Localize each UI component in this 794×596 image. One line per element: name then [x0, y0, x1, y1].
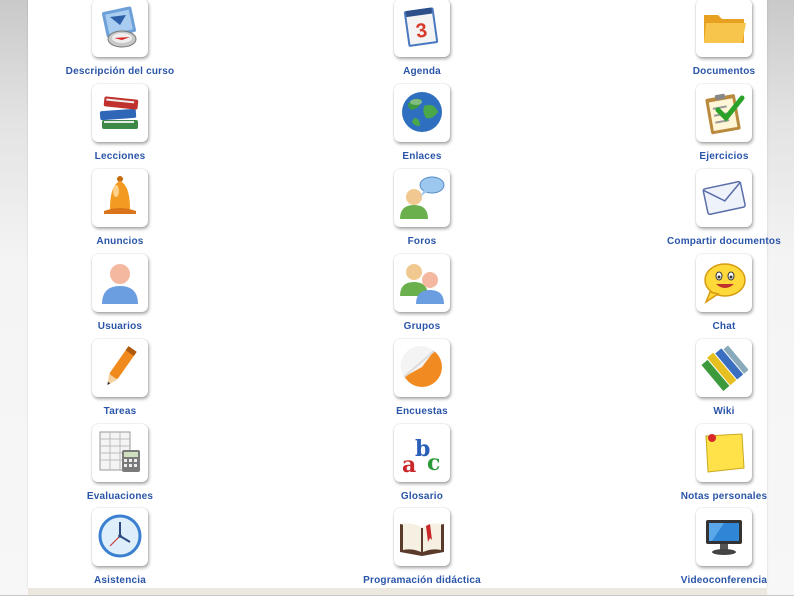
user-speech-icon	[394, 169, 450, 227]
tool-compartir-documentos[interactable]: Compartir documentos	[644, 169, 794, 257]
footer-bar	[28, 588, 767, 595]
tool-programacion-didactica[interactable]: Programación didáctica	[342, 508, 502, 596]
tool-label: Lecciones	[94, 151, 146, 162]
tool-usuarios[interactable]: Usuarios	[40, 254, 200, 342]
svg-text:c: c	[427, 450, 440, 476]
spreadsheet-calculator-icon	[92, 424, 148, 482]
tool-label: Enlaces	[402, 151, 442, 162]
tool-anuncios[interactable]: Anuncios	[40, 169, 200, 257]
tool-label: Glosario	[400, 491, 444, 502]
abc-letters-icon: a b c	[394, 424, 450, 482]
tool-wiki[interactable]: Wiki	[644, 339, 794, 427]
crayons-icon	[696, 339, 752, 397]
tool-videoconferencia[interactable]: Videoconferencia	[644, 508, 794, 596]
open-book-icon	[394, 508, 450, 566]
tool-documentos[interactable]: Documentos	[644, 0, 794, 87]
tool-label: Descripción del curso	[65, 66, 175, 77]
tool-label: Tareas	[103, 406, 137, 417]
tool-asistencia[interactable]: Asistencia	[40, 508, 200, 596]
course-tools-panel: Descripción del curso 3 Agenda Documento…	[28, 0, 781, 588]
calendar-icon: 3	[394, 0, 450, 57]
tool-label: Asistencia	[93, 575, 147, 586]
tool-label: Documentos	[692, 66, 756, 77]
tool-evaluaciones[interactable]: Evaluaciones	[40, 424, 200, 512]
tool-label: Anuncios	[96, 236, 144, 247]
tool-glosario[interactable]: a b c Glosario	[342, 424, 502, 512]
books-icon	[92, 84, 148, 142]
tool-label: Wiki	[713, 406, 735, 417]
tool-label: Agenda	[403, 66, 441, 77]
tool-label: Ejercicios	[699, 151, 749, 162]
checklist-icon	[696, 84, 752, 142]
tool-encuestas[interactable]: Encuestas	[342, 339, 502, 427]
folder-icon	[696, 0, 752, 57]
tool-descripcion-del-curso[interactable]: Descripción del curso	[40, 0, 200, 87]
tool-label: Notas personales	[680, 491, 768, 502]
tool-label: Foros	[407, 236, 437, 247]
pencil-icon	[92, 339, 148, 397]
tool-foros[interactable]: Foros	[342, 169, 502, 257]
globe-icon	[394, 84, 450, 142]
pie-ball-icon	[394, 339, 450, 397]
bell-icon	[92, 169, 148, 227]
user-icon	[92, 254, 148, 312]
tool-label: Encuestas	[396, 406, 448, 417]
tool-lecciones[interactable]: Lecciones	[40, 84, 200, 172]
monitor-icon	[696, 508, 752, 566]
compass-icon	[92, 0, 148, 57]
users-group-icon	[394, 254, 450, 312]
envelope-icon	[696, 169, 752, 227]
tool-label: Videoconferencia	[680, 575, 768, 586]
sticky-note-icon	[696, 424, 752, 482]
tool-label: Chat	[712, 321, 736, 332]
tool-chat[interactable]: Chat	[644, 254, 794, 342]
smiley-chat-icon	[696, 254, 752, 312]
tool-ejercicios[interactable]: Ejercicios	[644, 84, 794, 172]
tool-agenda[interactable]: 3 Agenda	[342, 0, 502, 87]
tool-label: Evaluaciones	[86, 491, 154, 502]
tool-tareas[interactable]: Tareas	[40, 339, 200, 427]
tool-grupos[interactable]: Grupos	[342, 254, 502, 342]
tool-label: Compartir documentos	[666, 236, 781, 247]
tool-notas-personales[interactable]: Notas personales	[644, 424, 794, 512]
tool-label: Programación didáctica	[363, 575, 481, 586]
tool-label: Usuarios	[97, 321, 143, 332]
tool-label: Grupos	[403, 321, 441, 332]
clock-icon	[92, 508, 148, 566]
tool-enlaces[interactable]: Enlaces	[342, 84, 502, 172]
